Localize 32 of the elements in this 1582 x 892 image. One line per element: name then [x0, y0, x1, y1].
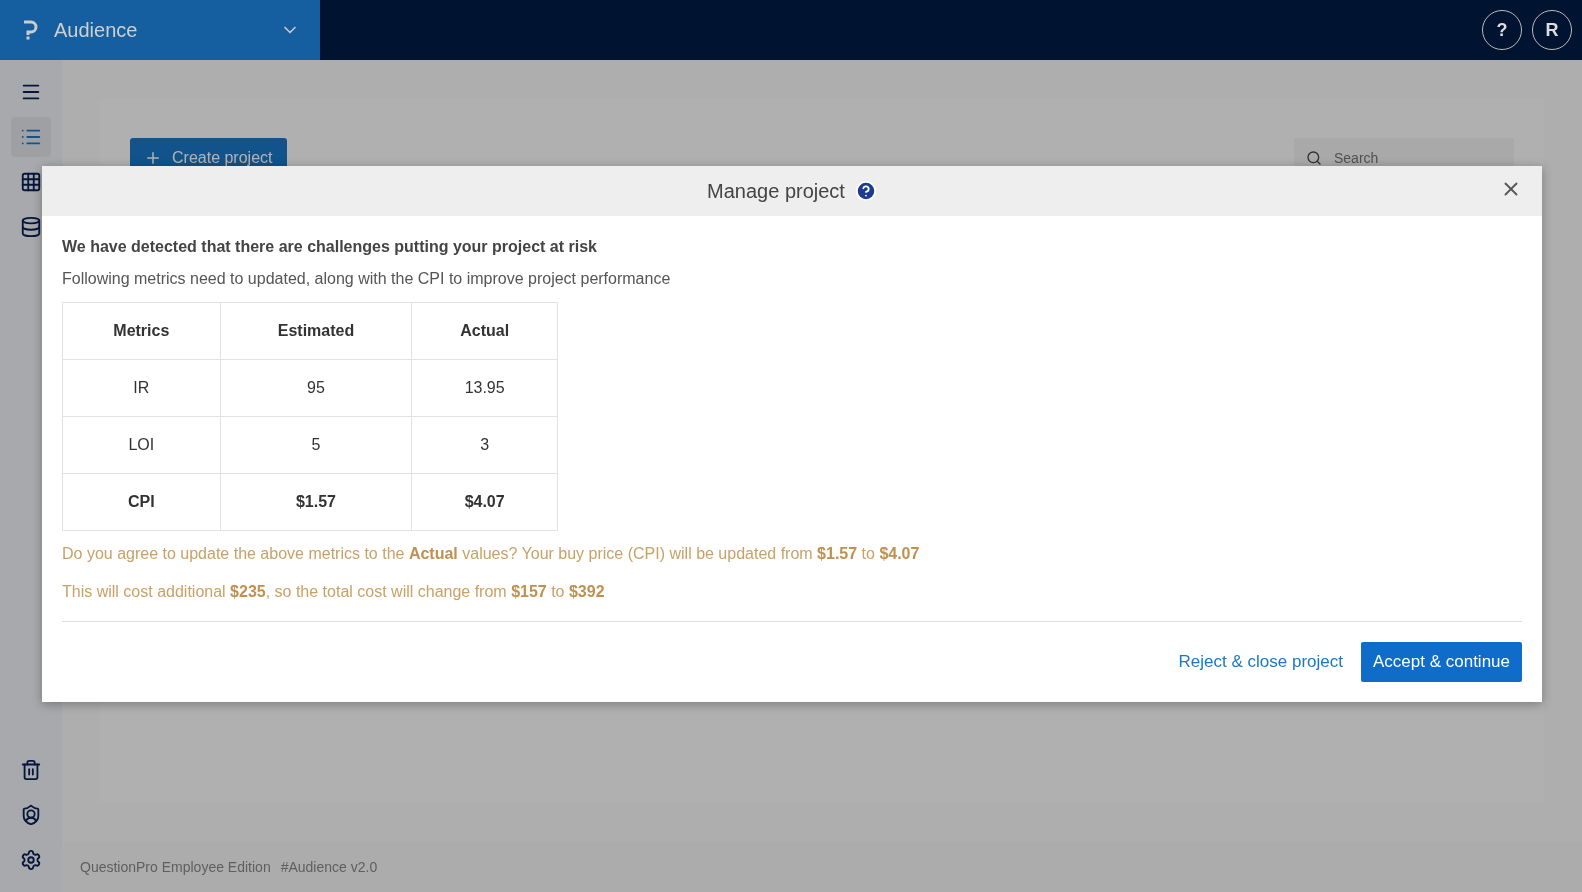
help-icon[interactable]: [854, 180, 877, 202]
table-cell: CPI: [62, 473, 221, 531]
reject-link[interactable]: Reject & close project: [1178, 644, 1343, 680]
table-cell: 95: [220, 359, 412, 417]
table-cell: 3: [411, 416, 558, 474]
database-icon: [20, 216, 42, 238]
accept-button[interactable]: Accept & continue: [1360, 642, 1522, 682]
table-cell: IR: [62, 359, 221, 417]
trash-icon: [20, 759, 42, 781]
cost-note: This will cost additional $235, so the total cost will change from $157 to $392: [62, 583, 606, 601]
search-icon: [1306, 150, 1322, 166]
version-text: #Audience v2.0: [280, 859, 378, 875]
grid-icon: [20, 171, 42, 193]
product-switcher[interactable]: Audience: [0, 0, 320, 60]
product-name: Audience: [54, 18, 139, 42]
column-header: Actual: [411, 302, 558, 360]
edition-text: QuestionPro Employee Edition: [80, 859, 271, 875]
settings-icon: [20, 849, 42, 871]
warning-heading: We have detected that there are challenges putting your project at risk: [62, 238, 598, 256]
plus-icon: [144, 149, 162, 167]
table-cell: $1.57: [220, 473, 412, 531]
logo-icon: [22, 20, 38, 40]
intro-text: Following metrics need to updated, along with the CPI to improve project performance: [62, 270, 672, 288]
column-header: Metrics: [62, 302, 221, 360]
table-cell: 13.95: [411, 359, 558, 417]
shield-user-icon: [20, 804, 42, 826]
table-cell: 5: [220, 416, 412, 474]
dialog-title: Manage project: [707, 179, 845, 203]
cost-note: Do you agree to update the above metrics to the Actual values? Your buy price (CPI) will be updated from $1.57 to $4.07: [62, 545, 921, 563]
table-cell: LOI: [62, 416, 221, 474]
column-header: Estimated: [220, 302, 412, 360]
table-cell: $4.07: [411, 473, 558, 531]
